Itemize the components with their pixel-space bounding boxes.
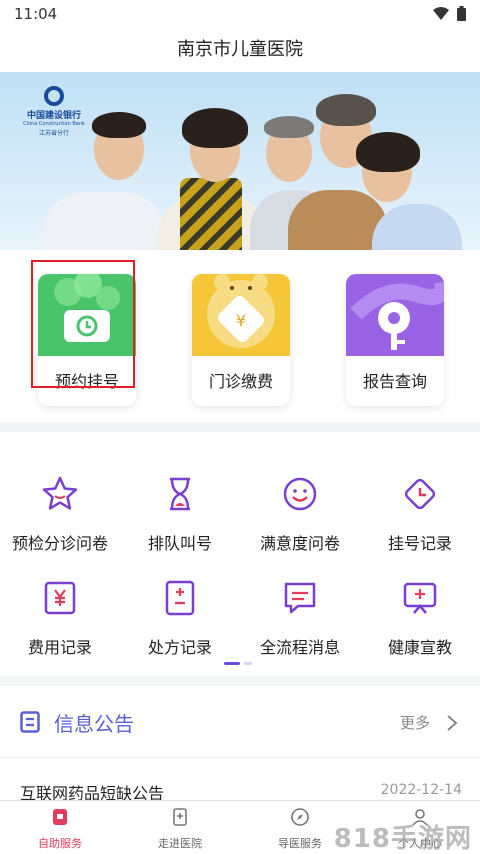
- menu-label: 全流程消息: [259, 638, 340, 657]
- compass-icon: [291, 808, 309, 826]
- tab-label: 自助服务: [38, 837, 82, 850]
- report-query-card[interactable]: 报告查询: [346, 274, 444, 406]
- menu-label: 健康宣教: [387, 638, 452, 657]
- notice-title: 信息公告: [54, 712, 134, 736]
- menu-item-health-education[interactable]: 健康宣教: [360, 578, 480, 658]
- menu-item-queue[interactable]: 排队叫号: [120, 474, 240, 554]
- message-icon: [284, 582, 316, 614]
- quick-actions: 预约挂号 ¥ 门诊缴费 报告查询: [0, 250, 480, 422]
- notice-item-date: 2022-12-14: [380, 782, 462, 798]
- bank-name: 中国建设银行: [26, 111, 81, 121]
- appointment-card[interactable]: 预约挂号: [38, 274, 136, 406]
- page-title: 南京市儿童医院: [177, 39, 303, 60]
- key-road-icon: [350, 281, 444, 350]
- self-service-icon: [53, 809, 67, 825]
- bank-name-en: China Construction Bank: [23, 121, 85, 127]
- clock-diamond-icon: [404, 478, 436, 510]
- menu-item-triage-survey[interactable]: 预检分诊问卷: [0, 474, 120, 554]
- battery-icon: [457, 6, 466, 21]
- appointment-card-banner: [38, 274, 136, 356]
- menu-label: 预检分诊问卷: [11, 534, 108, 553]
- watermark: 818手游网: [333, 824, 472, 854]
- yen-mascot-icon: ¥: [207, 274, 275, 348]
- yen-receipt-icon: [44, 581, 76, 615]
- banner-image[interactable]: 中国建设银行 China Construction Bank 江苏省分行: [0, 72, 480, 272]
- divider: [0, 422, 480, 432]
- tab-label: 走进医院: [158, 837, 202, 850]
- menu-item-prescription[interactable]: 处方记录: [120, 578, 240, 658]
- notice-header: 信息公告 更多: [0, 686, 480, 758]
- smiley-icon: [283, 477, 317, 511]
- status-icons: [433, 6, 466, 21]
- menu-label: 处方记录: [147, 638, 212, 657]
- menu-label: 费用记录: [27, 638, 92, 657]
- pager-dot: [244, 662, 252, 665]
- star-icon: [42, 476, 78, 510]
- menu-label: 挂号记录: [387, 534, 452, 553]
- tab-hospital-intro[interactable]: 走进医院: [120, 807, 240, 851]
- notice-more-link[interactable]: 更多: [400, 712, 430, 733]
- status-bar: 11:04: [0, 0, 480, 28]
- notice-item[interactable]: 互联网药品短缺公告 2022-12-14: [0, 758, 480, 803]
- menu-item-fee-record[interactable]: 费用记录: [0, 578, 120, 658]
- pager-dot-active: [224, 662, 240, 665]
- appointment-label: 预约挂号: [54, 372, 119, 391]
- report-label: 报告查询: [362, 372, 427, 391]
- menu-item-registration-record[interactable]: 挂号记录: [360, 474, 480, 554]
- tab-self-service[interactable]: 自助服务: [0, 807, 120, 851]
- notice-icon: [20, 711, 40, 733]
- menu-label: 满意度问卷: [259, 534, 340, 553]
- menu-item-process-messages[interactable]: 全流程消息: [240, 578, 360, 658]
- outpatient-payment-card[interactable]: ¥ 门诊缴费: [192, 274, 290, 406]
- clock-bag-icon: [54, 274, 120, 342]
- status-time: 11:04: [14, 5, 58, 23]
- title-bar: 南京市儿童医院: [0, 28, 480, 72]
- menu-pager: [224, 662, 252, 665]
- wifi-icon: [433, 6, 449, 20]
- bank-logo: 中国建设银行 China Construction Bank 江苏省分行: [16, 86, 92, 137]
- payment-card-banner: ¥: [192, 274, 290, 356]
- report-card-banner: [346, 274, 444, 356]
- payment-label: 门诊缴费: [208, 372, 273, 391]
- menu-label: 排队叫号: [147, 534, 212, 553]
- divider: [0, 676, 480, 686]
- hourglass-icon: [170, 477, 190, 511]
- menu-item-satisfaction[interactable]: 满意度问卷: [240, 474, 360, 554]
- bank-logo-icon: [44, 86, 64, 106]
- svg-text:¥: ¥: [236, 311, 246, 330]
- service-menu: 预检分诊问卷 排队叫号 满意度问卷 挂号记录 费用记录 处方记录 全流程消息 健…: [0, 432, 480, 676]
- prescription-icon: [165, 580, 195, 616]
- monitor-plus-icon: [403, 582, 437, 614]
- bank-branch: 江苏省分行: [38, 130, 69, 137]
- chevron-right-icon[interactable]: [446, 714, 458, 732]
- hospital-doc-icon: [173, 808, 187, 826]
